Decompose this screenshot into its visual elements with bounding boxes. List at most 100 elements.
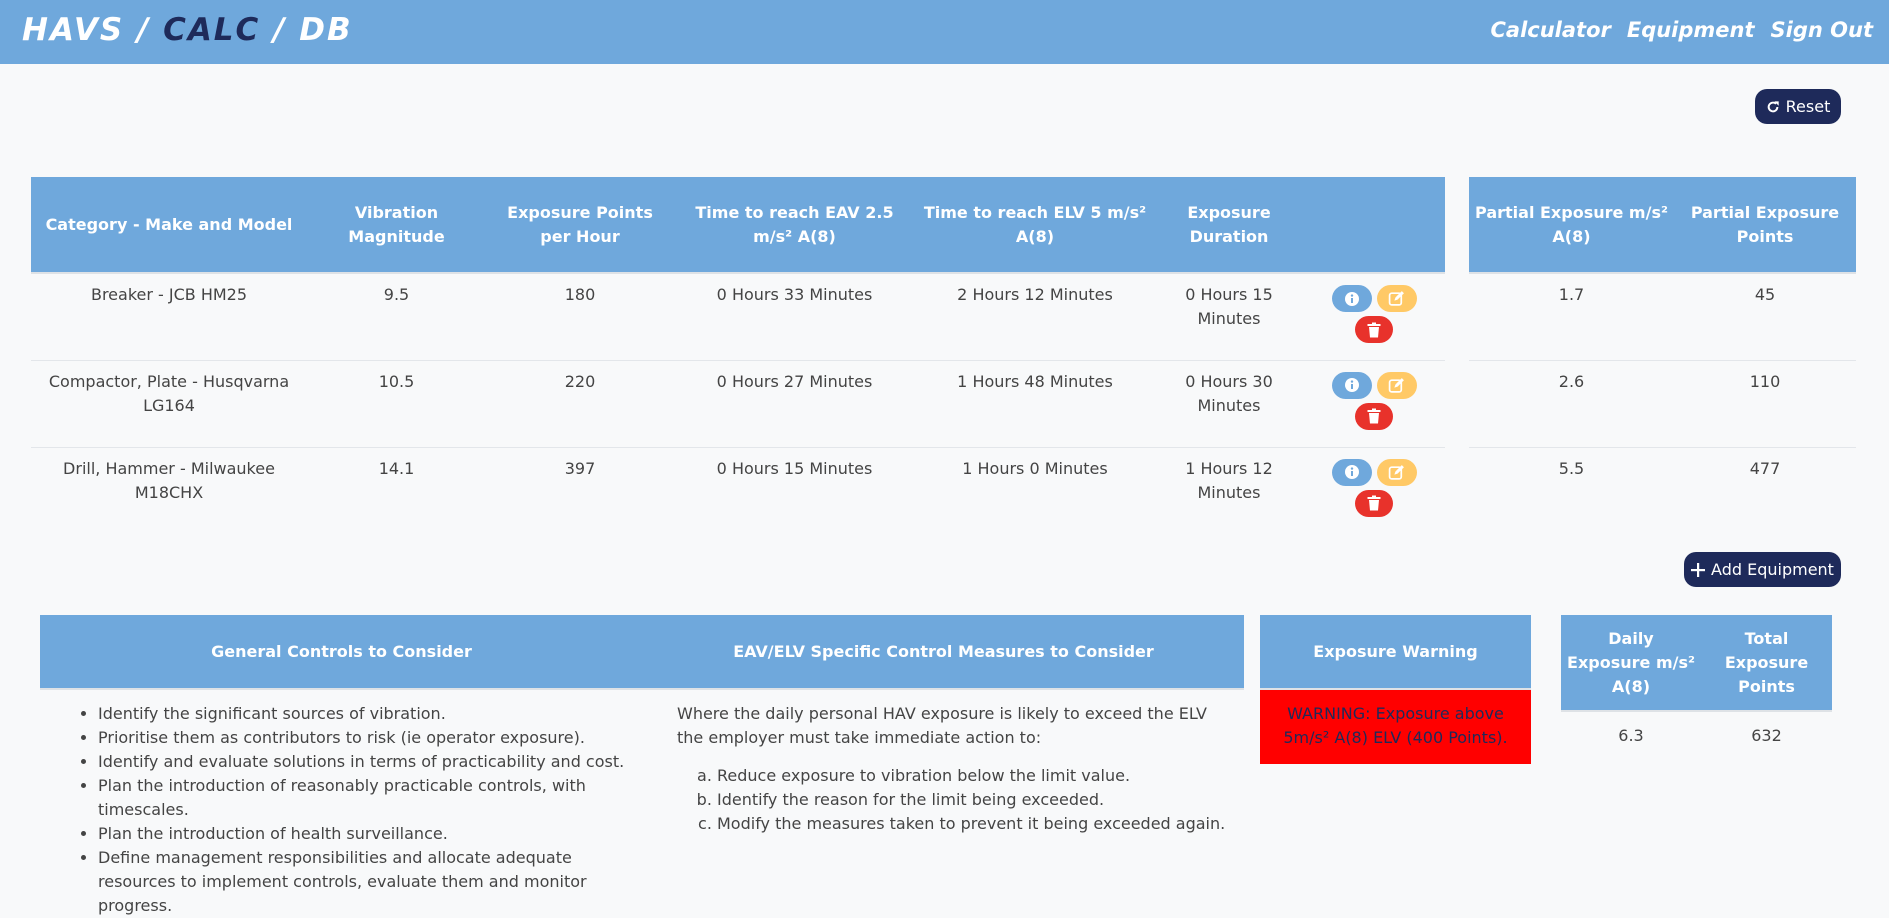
cell-name: Breaker - JCB HM25 — [31, 272, 307, 360]
header-partial-exposure: Partial Exposure m/s² A(8) — [1469, 177, 1674, 273]
cell-name: Compactor, Plate - Husqvarna LG164 — [31, 359, 307, 447]
daily-header-row: Daily Exposure m/s² A(8) Total Exposure … — [1561, 615, 1832, 711]
cell-duration: 0 Hours 15 Minutes — [1155, 272, 1303, 360]
list-item: Prioritise them as contributors to risk … — [98, 726, 637, 750]
edit-icon — [1388, 377, 1404, 393]
exposure-warning-message: WARNING: Exposure above 5m/s² A(8) ELV (… — [1260, 689, 1531, 764]
edit-icon — [1388, 464, 1404, 480]
controls-table: General Controls to Consider EAV/ELV Spe… — [40, 615, 1244, 918]
edit-icon — [1388, 291, 1404, 306]
cell-partial-exposure: 5.5 — [1469, 446, 1674, 534]
warning-header-row: Exposure Warning — [1260, 615, 1531, 689]
specific-controls-lead: Where the daily personal HAV exposure is… — [677, 704, 1207, 747]
trash-icon — [1367, 408, 1381, 424]
partial-header-row: Partial Exposure m/s² A(8) Partial Expos… — [1469, 177, 1856, 273]
total-points-value: 632 — [1701, 710, 1832, 748]
header-points-per-hour: Exposure Points per Hour — [486, 177, 674, 273]
header-duration: Exposure Duration — [1155, 177, 1303, 273]
cell-partial-exposure: 2.6 — [1469, 359, 1674, 447]
cell-magnitude: 14.1 — [307, 446, 486, 534]
cell-partial-points: 477 — [1674, 446, 1856, 534]
cell-eav: 0 Hours 15 Minutes — [674, 446, 915, 534]
cell-magnitude: 9.5 — [307, 272, 486, 360]
table-row: Breaker - JCB HM25 9.5 180 0 Hours 33 Mi… — [31, 272, 1445, 360]
equipment-table: Category - Make and Model Vibration Magn… — [31, 177, 1445, 534]
brand-right: / DB — [260, 12, 353, 48]
delete-button[interactable] — [1355, 402, 1393, 430]
cell-actions — [1303, 359, 1445, 447]
cell-elv: 2 Hours 12 Minutes — [915, 272, 1155, 360]
general-controls-list: Identify the significant sources of vibr… — [46, 702, 637, 918]
nav-equipment[interactable]: Equipment — [1627, 18, 1755, 42]
list-item: Reduce exposure to vibration below the l… — [717, 764, 1238, 788]
header-elv: Time to reach ELV 5 m/s² A(8) — [915, 177, 1155, 273]
cell-elv: 1 Hours 48 Minutes — [915, 359, 1155, 447]
cell-points-per-hour: 397 — [486, 446, 674, 534]
table-row: Compactor, Plate - Husqvarna LG164 10.5 … — [31, 359, 1445, 447]
trash-icon — [1367, 322, 1381, 337]
brand-logo[interactable]: HAVS / CALC / DB — [22, 12, 353, 48]
cell-partial-exposure: 1.7 — [1469, 272, 1674, 360]
action-row-top — [1331, 458, 1417, 486]
cell-elv: 1 Hours 0 Minutes — [915, 446, 1155, 534]
table-row: 1.7 45 — [1469, 272, 1856, 360]
header-actions — [1303, 177, 1445, 273]
delete-button[interactable] — [1355, 489, 1393, 517]
row-actions — [1309, 370, 1439, 430]
cell-partial-points: 110 — [1674, 359, 1856, 447]
table-row: 5.5 477 — [1469, 446, 1856, 534]
row-actions — [1309, 457, 1439, 517]
cell-actions — [1303, 272, 1445, 360]
reset-label: Reset — [1785, 97, 1831, 116]
cell-actions — [1303, 446, 1445, 534]
edit-button[interactable] — [1376, 458, 1417, 486]
specific-controls-list: Reduce exposure to vibration below the l… — [649, 764, 1238, 836]
nav-sign-out[interactable]: Sign Out — [1771, 18, 1873, 42]
equipment-header-row: Category - Make and Model Vibration Magn… — [31, 177, 1445, 273]
add-equipment-label: Add Equipment — [1711, 560, 1834, 579]
controls-row: Identify the significant sources of vibr… — [40, 689, 1244, 918]
navbar: HAVS / CALC / DB Calculator Equipment Si… — [0, 0, 1889, 64]
specific-controls-cell: Where the daily personal HAV exposure is… — [643, 689, 1244, 918]
list-item: Identify the significant sources of vibr… — [98, 702, 637, 726]
info-icon — [1344, 291, 1359, 306]
redo-icon — [1767, 100, 1779, 112]
header-daily-exposure: Daily Exposure m/s² A(8) — [1561, 615, 1701, 711]
brand-mid: CALC — [163, 12, 261, 48]
header-exposure-warning: Exposure Warning — [1260, 615, 1531, 689]
info-button[interactable] — [1331, 371, 1372, 399]
cell-name: Drill, Hammer - Milwaukee M18CHX — [31, 446, 307, 534]
trash-icon — [1367, 495, 1381, 511]
row-actions — [1309, 283, 1439, 343]
table-row: 2.6 110 — [1469, 359, 1856, 447]
header-partial-points: Partial Exposure Points — [1674, 177, 1856, 273]
plus-icon — [1691, 562, 1706, 577]
info-button[interactable] — [1331, 285, 1372, 312]
action-row-top — [1331, 285, 1417, 312]
list-item: Define management responsibilities and a… — [98, 846, 637, 918]
cell-duration: 0 Hours 30 Minutes — [1155, 359, 1303, 447]
add-equipment-button[interactable]: Add Equipment — [1684, 552, 1841, 587]
warning-row: WARNING: Exposure above 5m/s² A(8) ELV (… — [1260, 689, 1531, 764]
list-item: Modify the measures taken to prevent it … — [717, 812, 1238, 836]
partial-exposure-table: Partial Exposure m/s² A(8) Partial Expos… — [1469, 177, 1856, 534]
header-total-points: Total Exposure Points — [1701, 615, 1832, 711]
cell-eav: 0 Hours 27 Minutes — [674, 359, 915, 447]
info-icon — [1344, 465, 1359, 479]
cell-partial-points: 45 — [1674, 272, 1856, 360]
reset-button[interactable]: Reset — [1755, 89, 1841, 124]
nav-links: Calculator Equipment Sign Out — [1490, 18, 1873, 42]
info-button[interactable] — [1331, 458, 1372, 486]
daily-row: 6.3 632 — [1561, 710, 1832, 748]
general-controls-cell: Identify the significant sources of vibr… — [40, 689, 643, 918]
daily-exposure-value: 6.3 — [1561, 710, 1701, 748]
header-eav: Time to reach EAV 2.5 m/s² A(8) — [674, 177, 915, 273]
edit-button[interactable] — [1376, 371, 1417, 399]
info-icon — [1344, 378, 1359, 392]
list-item: Plan the introduction of reasonably prac… — [98, 774, 637, 822]
edit-button[interactable] — [1376, 285, 1417, 312]
header-general-controls: General Controls to Consider — [40, 615, 643, 689]
table-row: Drill, Hammer - Milwaukee M18CHX 14.1 39… — [31, 446, 1445, 534]
nav-calculator[interactable]: Calculator — [1490, 18, 1610, 42]
delete-button[interactable] — [1355, 316, 1393, 343]
